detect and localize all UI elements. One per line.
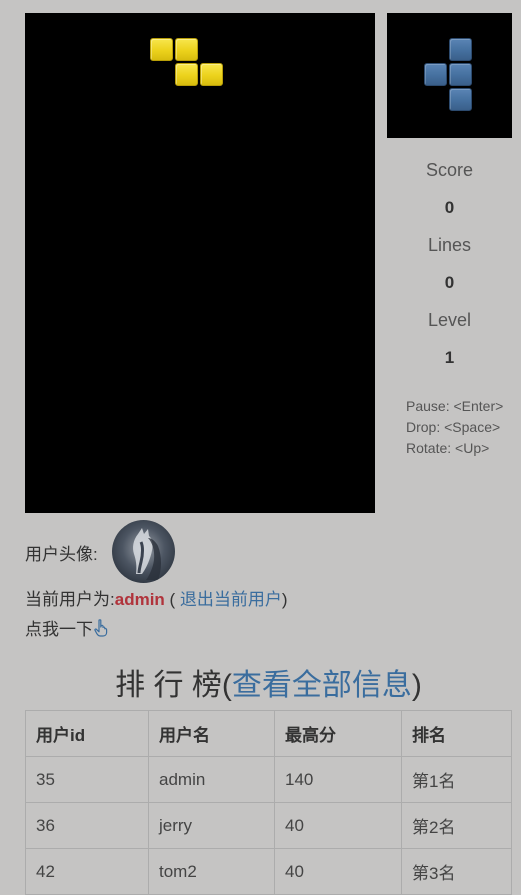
current-username: admin bbox=[114, 590, 165, 609]
horse-avatar-icon bbox=[133, 528, 161, 580]
leaderboard-table: 用户id 用户名 最高分 排名 35 admin 140 第1名 36 jerr… bbox=[25, 710, 512, 895]
table-header-row: 用户id 用户名 最高分 排名 bbox=[25, 710, 512, 757]
current-user-line: 当前用户为:admin ( 退出当前用户) bbox=[25, 585, 288, 610]
lines-value: 0 bbox=[444, 273, 455, 292]
rotate-hint: Rotate: <Up> bbox=[406, 440, 490, 456]
header-user-id: 用户id bbox=[25, 710, 149, 757]
cell-high-score: 40 bbox=[274, 802, 402, 849]
click-me-label: 点我一下 bbox=[25, 620, 93, 639]
click-me-link[interactable]: 点我一下 bbox=[25, 615, 109, 640]
header-username: 用户名 bbox=[148, 710, 275, 757]
avatar[interactable] bbox=[112, 520, 175, 583]
cell-high-score: 140 bbox=[274, 756, 402, 803]
falling-piece-block bbox=[175, 63, 198, 86]
cell-username: admin bbox=[148, 756, 275, 803]
next-piece-block bbox=[449, 63, 472, 86]
cell-username: jerry bbox=[148, 802, 275, 849]
lines-label: Lines bbox=[427, 235, 472, 255]
drop-hint: Drop: <Space> bbox=[406, 419, 501, 435]
falling-piece-block bbox=[200, 63, 223, 86]
cell-rank: 第2名 bbox=[401, 802, 512, 849]
cell-rank: 第1名 bbox=[401, 756, 512, 803]
next-piece-block bbox=[449, 38, 472, 61]
leaderboard-title: 排 行 榜(查看全部信息) bbox=[0, 660, 521, 704]
title-paren-open: ( bbox=[221, 669, 232, 702]
leaderboard-title-text: 排 行 榜 bbox=[115, 669, 222, 702]
next-piece-preview bbox=[387, 13, 512, 138]
table-row: 36 jerry 40 第2名 bbox=[25, 802, 512, 849]
header-high-score: 最高分 bbox=[274, 710, 402, 757]
avatar-label: 用户头像: bbox=[25, 545, 98, 564]
score-value: 0 bbox=[444, 198, 455, 217]
game-board[interactable] bbox=[25, 13, 375, 513]
header-rank: 排名 bbox=[401, 710, 512, 757]
view-all-link[interactable]: 查看全部信息 bbox=[232, 669, 412, 702]
cell-high-score: 40 bbox=[274, 848, 402, 895]
cell-username: tom2 bbox=[148, 848, 275, 895]
pause-hint: Pause: <Enter> bbox=[406, 398, 504, 414]
next-piece-block bbox=[449, 88, 472, 111]
level-label: Level bbox=[427, 310, 472, 330]
cell-user-id: 42 bbox=[25, 848, 149, 895]
falling-piece-block bbox=[150, 38, 173, 61]
next-piece-block bbox=[424, 63, 447, 86]
falling-piece-block bbox=[175, 38, 198, 61]
paren-close: ) bbox=[281, 590, 288, 609]
level-value: 1 bbox=[444, 348, 455, 367]
paren-open: ( bbox=[164, 590, 180, 609]
pointing-hand-icon bbox=[93, 619, 109, 637]
current-user-prefix: 当前用户为: bbox=[25, 590, 115, 609]
table-row: 42 tom2 40 第3名 bbox=[25, 848, 512, 895]
cell-user-id: 35 bbox=[25, 756, 149, 803]
cell-user-id: 36 bbox=[25, 802, 149, 849]
logout-link[interactable]: 退出当前用户 bbox=[180, 590, 282, 609]
score-label: Score bbox=[425, 160, 474, 180]
title-paren-close: ) bbox=[411, 669, 422, 702]
cell-rank: 第3名 bbox=[401, 848, 512, 895]
table-row: 35 admin 140 第1名 bbox=[25, 756, 512, 803]
